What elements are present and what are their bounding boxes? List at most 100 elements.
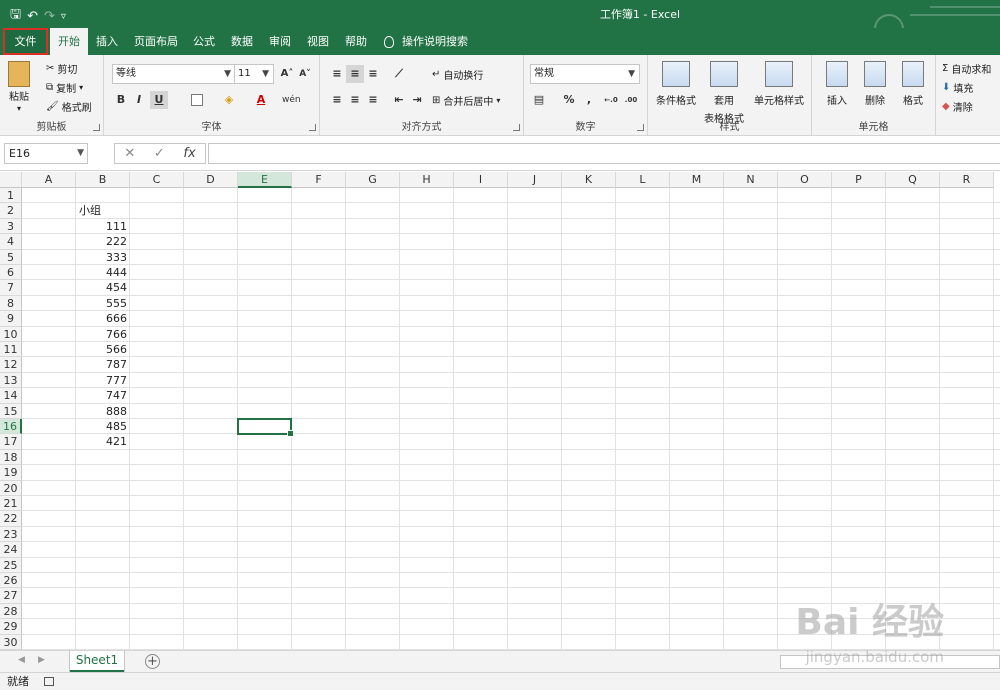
macro-record-icon[interactable] bbox=[44, 677, 54, 686]
cancel-icon[interactable]: ✕ bbox=[124, 146, 135, 161]
format-painter-button[interactable]: 🖌 格式刷 bbox=[46, 99, 92, 114]
row-header-4[interactable]: 4 bbox=[0, 234, 22, 250]
cell-b7[interactable]: 454 bbox=[78, 280, 127, 295]
phonetic-button[interactable]: wén bbox=[282, 91, 301, 109]
tab-formulas[interactable]: 公式 bbox=[186, 28, 222, 55]
align-center-icon[interactable]: ≡ bbox=[346, 91, 364, 109]
prev-sheet-icon[interactable]: ◀ bbox=[18, 655, 25, 665]
column-header-q[interactable]: Q bbox=[886, 172, 940, 188]
column-header-k[interactable]: K bbox=[562, 172, 616, 188]
cut-button[interactable]: ✂ 剪切 bbox=[46, 61, 77, 76]
decrease-indent-icon[interactable]: ⇤ bbox=[390, 91, 408, 109]
cell-styles-button[interactable]: 单元格样式 bbox=[752, 61, 806, 107]
row-header-29[interactable]: 29 bbox=[0, 619, 22, 635]
underline-button[interactable]: U bbox=[150, 91, 168, 109]
worksheet-grid[interactable]: A B C D E F G H I J K L M N O P Q R 1 2 3 4 5 6 7 8 9 10 11 12 13 14 15 1… bbox=[0, 172, 1000, 650]
align-left-icon[interactable]: ≡ bbox=[328, 91, 346, 109]
insert-cells-button[interactable]: 插入 bbox=[820, 61, 854, 107]
cell-b8[interactable]: 555 bbox=[78, 296, 127, 311]
row-header-9[interactable]: 9 bbox=[0, 311, 22, 327]
row-header-17[interactable]: 17 bbox=[0, 434, 22, 450]
column-header-i[interactable]: I bbox=[454, 172, 508, 188]
row-header-5[interactable]: 5 bbox=[0, 249, 22, 265]
decrease-decimal-button[interactable]: .00 bbox=[622, 91, 640, 109]
cell-b12[interactable]: 787 bbox=[78, 357, 127, 372]
row-header-14[interactable]: 14 bbox=[0, 388, 22, 404]
row-header-22[interactable]: 22 bbox=[0, 511, 22, 527]
row-header-7[interactable]: 7 bbox=[0, 280, 22, 296]
fill-color-button[interactable]: ◈ bbox=[220, 91, 238, 109]
row-header-18[interactable]: 18 bbox=[0, 449, 22, 466]
row-header-10[interactable]: 10 bbox=[0, 326, 22, 342]
conditional-format-button[interactable]: 条件格式 bbox=[654, 61, 698, 107]
cell-b10[interactable]: 766 bbox=[78, 327, 127, 342]
column-header-f[interactable]: F bbox=[292, 172, 346, 188]
cell-b9[interactable]: 666 bbox=[78, 311, 127, 326]
cell-b4[interactable]: 222 bbox=[78, 234, 127, 249]
delete-cells-button[interactable]: 删除 bbox=[858, 61, 892, 107]
tab-page-layout[interactable]: 页面布局 bbox=[128, 28, 184, 55]
row-header-28[interactable]: 28 bbox=[0, 603, 22, 620]
row-header-25[interactable]: 25 bbox=[0, 557, 22, 573]
column-header-j[interactable]: J bbox=[508, 172, 562, 188]
dialog-launcher-icon[interactable] bbox=[93, 124, 100, 131]
row-header-6[interactable]: 6 bbox=[0, 265, 22, 281]
column-header-d[interactable]: D bbox=[184, 172, 238, 188]
row-header-15[interactable]: 15 bbox=[0, 403, 22, 419]
font-size-select[interactable]: 11 ▼ bbox=[234, 64, 274, 84]
cell-b16[interactable]: 485 bbox=[78, 419, 127, 434]
dialog-launcher-icon[interactable] bbox=[637, 124, 644, 131]
row-header-19[interactable]: 19 bbox=[0, 465, 22, 481]
autosum-button[interactable]: Σ 自动求和 bbox=[942, 61, 991, 76]
wrap-text-button[interactable]: ↵ 自动换行 bbox=[432, 67, 483, 82]
grow-font-button[interactable]: A˄ bbox=[278, 65, 296, 83]
tab-view[interactable]: 视图 bbox=[300, 28, 336, 55]
increase-indent-icon[interactable]: ⇥ bbox=[408, 91, 426, 109]
percent-button[interactable]: % bbox=[560, 91, 578, 109]
row-header-21[interactable]: 21 bbox=[0, 496, 22, 512]
font-color-button[interactable]: A bbox=[252, 91, 270, 109]
row-header-3[interactable]: 3 bbox=[0, 218, 22, 235]
cell-b11[interactable]: 566 bbox=[78, 342, 127, 357]
shrink-font-button[interactable]: A˅ bbox=[296, 65, 314, 83]
borders-button[interactable] bbox=[188, 91, 206, 109]
tell-me-search[interactable]: 操作说明搜索 bbox=[384, 28, 484, 55]
column-header-p[interactable]: P bbox=[832, 172, 886, 188]
cell-b2[interactable]: 小组 bbox=[79, 203, 127, 218]
tab-file[interactable]: 文件 bbox=[3, 28, 48, 55]
fill-button[interactable]: ⬇ 填充 bbox=[942, 80, 973, 95]
tab-review[interactable]: 审阅 bbox=[262, 28, 298, 55]
cell-b3[interactable]: 111 bbox=[78, 219, 127, 234]
row-header-26[interactable]: 26 bbox=[0, 573, 22, 589]
clear-button[interactable]: ◆ 清除 bbox=[942, 99, 973, 114]
increase-decimal-button[interactable]: ←.0 bbox=[602, 91, 620, 109]
next-sheet-icon[interactable]: ▶ bbox=[38, 655, 45, 665]
column-header-n[interactable]: N bbox=[724, 172, 778, 188]
align-bottom-icon[interactable]: ≡ bbox=[364, 65, 382, 83]
cell-b15[interactable]: 888 bbox=[78, 404, 127, 419]
merge-center-button[interactable]: ⊞ 合并后居中 ▾ bbox=[432, 93, 500, 108]
align-top-icon[interactable]: ≡ bbox=[328, 65, 346, 83]
row-header-13[interactable]: 13 bbox=[0, 372, 22, 389]
row-header-24[interactable]: 24 bbox=[0, 542, 22, 558]
copy-button[interactable]: ⧉ 复制 ▾ bbox=[46, 80, 83, 95]
font-name-select[interactable]: 等线 ▼ bbox=[112, 64, 236, 84]
cell-b5[interactable]: 333 bbox=[78, 250, 127, 265]
number-format-select[interactable]: 常规 ▼ bbox=[530, 64, 640, 84]
dialog-launcher-icon[interactable] bbox=[309, 124, 316, 131]
format-as-table-button[interactable]: 套用 表格格式 bbox=[702, 61, 746, 125]
column-header-e[interactable]: E bbox=[238, 172, 292, 188]
name-box[interactable]: E16 ▼ bbox=[4, 143, 88, 164]
add-sheet-button[interactable]: + bbox=[145, 654, 160, 669]
tab-home[interactable]: 开始 bbox=[50, 28, 88, 55]
row-header-1[interactable]: 1 bbox=[0, 188, 22, 204]
column-header-b[interactable]: B bbox=[76, 172, 130, 188]
enter-icon[interactable]: ✓ bbox=[154, 146, 165, 161]
row-header-2[interactable]: 2 bbox=[0, 203, 22, 219]
bold-button[interactable]: B bbox=[112, 91, 130, 109]
select-all-corner[interactable] bbox=[0, 172, 22, 188]
cell-b13[interactable]: 777 bbox=[78, 373, 127, 388]
row-header-27[interactable]: 27 bbox=[0, 588, 22, 604]
tab-insert[interactable]: 插入 bbox=[88, 28, 126, 55]
column-header-a[interactable]: A bbox=[22, 172, 76, 188]
